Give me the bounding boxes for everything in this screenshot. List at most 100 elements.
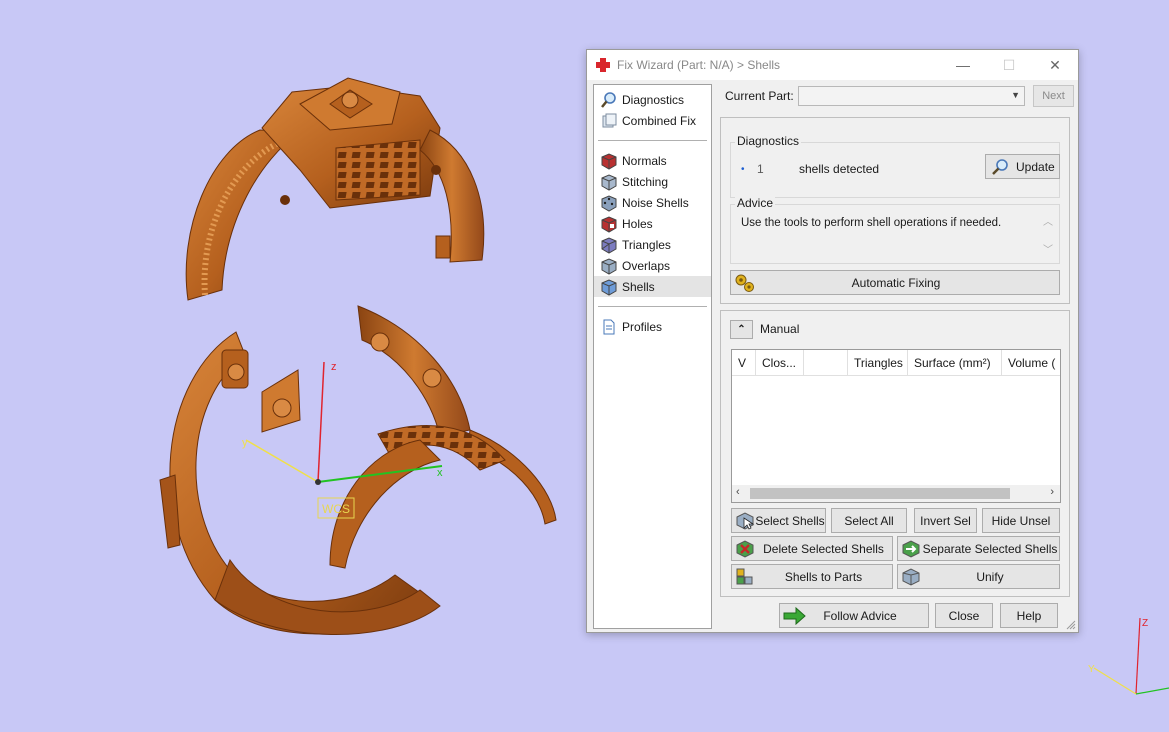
hide-unsel-label: Hide Unsel	[991, 513, 1051, 528]
nav-item-stitching[interactable]: Stitching	[594, 171, 711, 192]
scroll-left-icon[interactable]: ‹	[736, 486, 740, 498]
delete-selected-shells-button[interactable]: Delete Selected Shells	[731, 536, 893, 561]
red-cross-app-icon	[596, 58, 610, 72]
advice-group: Advice Use the tools to perform shell op…	[730, 196, 1060, 264]
follow-advice-label: Follow Advice	[823, 608, 897, 623]
horizontal-scrollbar[interactable]: ‹ ›	[732, 485, 1060, 502]
wizard-nav: Diagnostics Combined Fix Normals Stitchi…	[593, 84, 712, 629]
invert-sel-label: Invert Sel	[920, 513, 971, 528]
separate-selected-shells-button[interactable]: Separate Selected Shells	[897, 536, 1060, 561]
nav-item-profiles[interactable]: Profiles	[594, 316, 711, 337]
nav-label: Shells	[622, 279, 655, 294]
next-button[interactable]: Next	[1033, 85, 1074, 107]
nav-label: Holes	[622, 216, 653, 231]
nav-item-diagnostics[interactable]: Diagnostics	[594, 89, 711, 110]
scroll-right-icon[interactable]: ›	[1050, 486, 1054, 498]
resize-grip-icon[interactable]	[1066, 620, 1076, 630]
shells-detected-text: shells detected	[799, 162, 880, 176]
close-button[interactable]: Close	[935, 603, 993, 628]
scrollbar-thumb[interactable]	[750, 488, 1010, 499]
separate-selected-label: Separate Selected Shells	[922, 541, 1058, 556]
window-title: Fix Wizard (Part: N/A) > Shells	[617, 58, 781, 72]
automatic-fixing-button[interactable]: Automatic Fixing	[730, 270, 1060, 295]
diagnostics-group: Diagnostics • 1 shells detected Update	[730, 134, 1060, 198]
shells-table[interactable]: V Clos... Triangles Surface (mm²) Volume…	[731, 349, 1061, 503]
overlaps-cube-icon	[601, 257, 617, 275]
column-header-closed[interactable]: Clos...	[756, 350, 804, 375]
axis-z-label: z	[331, 361, 337, 373]
nav-item-noise-shells[interactable]: Noise Shells	[594, 192, 711, 213]
column-header-volume[interactable]: Volume (	[1002, 350, 1060, 375]
diagnostics-title: Diagnostics	[735, 134, 802, 148]
axis-x-label: x	[437, 467, 443, 479]
nav-label: Stitching	[622, 174, 669, 189]
shells-to-parts-button[interactable]: Shells to Parts	[731, 564, 893, 589]
separate-shell-icon	[902, 539, 920, 558]
nav-item-overlaps[interactable]: Overlaps	[594, 255, 711, 276]
nav-item-shells[interactable]: Shells	[594, 276, 711, 297]
normals-cube-icon	[601, 152, 617, 170]
nav-label: Diagnostics	[622, 92, 685, 107]
nav-divider	[598, 306, 707, 307]
ring-top-shell	[185, 77, 485, 301]
select-all-label: Select All	[844, 513, 894, 528]
axis-y-label: y	[242, 437, 248, 449]
shells-to-parts-label: Shells to Parts	[784, 569, 863, 584]
close-window-button[interactable]: ✕	[1032, 50, 1078, 80]
stitching-cube-icon	[601, 173, 617, 191]
minimize-button[interactable]: —	[940, 50, 986, 80]
select-all-button[interactable]: Select All	[831, 508, 907, 533]
invert-selection-button[interactable]: Invert Sel	[914, 508, 977, 533]
unify-cube-icon	[902, 567, 920, 586]
column-header-v[interactable]: V	[732, 350, 756, 375]
bullet-icon: •	[741, 163, 745, 175]
combined-fix-icon	[602, 113, 617, 127]
scroll-down-icon[interactable]: ﹀	[1043, 241, 1053, 256]
diagnostics-panel: Diagnostics • 1 shells detected Update A…	[720, 117, 1070, 304]
select-shells-button[interactable]: Select Shells	[731, 508, 826, 533]
help-button[interactable]: Help	[1000, 603, 1058, 628]
maximize-button[interactable]: ☐	[986, 50, 1032, 80]
nav-label: Noise Shells	[622, 195, 689, 210]
manual-label: Manual	[760, 322, 800, 336]
shells-to-parts-icon	[736, 568, 753, 584]
column-header-surface[interactable]: Surface (mm²)	[908, 350, 1002, 375]
fix-wizard-dialog: Fix Wizard (Part: N/A) > Shells — ☐ ✕ Di…	[586, 49, 1079, 633]
column-header-triangles[interactable]: Triangles	[848, 350, 908, 375]
current-part-select[interactable]: ▼	[798, 86, 1025, 106]
triangles-cube-icon	[601, 236, 617, 254]
magnifier-icon	[601, 91, 616, 108]
nav-label: Normals	[622, 153, 667, 168]
wcs-label: WCS	[322, 502, 350, 516]
nav-label: Combined Fix	[622, 113, 697, 128]
gears-icon	[735, 274, 754, 292]
nav-item-combined-fix[interactable]: Combined Fix	[594, 110, 711, 131]
unify-button[interactable]: Unify	[897, 564, 1060, 589]
nav-item-triangles[interactable]: Triangles	[594, 234, 711, 255]
corner-axes: Z Y	[1088, 617, 1169, 695]
unify-label: Unify	[976, 569, 1004, 584]
title-bar[interactable]: Fix Wizard (Part: N/A) > Shells — ☐ ✕	[587, 50, 1078, 80]
follow-advice-button[interactable]: Follow Advice	[779, 603, 929, 628]
shell-count: 1	[757, 162, 764, 176]
column-header-blank[interactable]	[804, 350, 848, 375]
table-header: V Clos... Triangles Surface (mm²) Volume…	[732, 350, 1060, 376]
current-part-label: Current Part:	[725, 89, 794, 103]
nav-label: Triangles	[622, 237, 671, 252]
nav-item-normals[interactable]: Normals	[594, 150, 711, 171]
noise-shells-cube-icon	[601, 194, 617, 212]
close-label: Close	[948, 608, 980, 623]
chevron-down-icon: ▼	[1011, 90, 1020, 100]
green-arrow-right-icon	[783, 606, 806, 625]
hide-unselected-button[interactable]: Hide Unsel	[982, 508, 1060, 533]
corner-axis-y-label: Y	[1088, 664, 1095, 675]
update-label: Update	[1016, 159, 1055, 174]
update-button[interactable]: Update	[985, 154, 1060, 179]
automatic-fixing-label: Automatic Fixing	[851, 275, 941, 290]
collapse-manual-button[interactable]: ⌃	[730, 320, 753, 339]
scroll-up-icon[interactable]: ︿	[1043, 213, 1053, 228]
ring-bottom-shell	[159, 305, 557, 635]
nav-divider	[598, 140, 707, 141]
nav-item-holes[interactable]: Holes	[594, 213, 711, 234]
profiles-document-icon	[603, 319, 615, 334]
